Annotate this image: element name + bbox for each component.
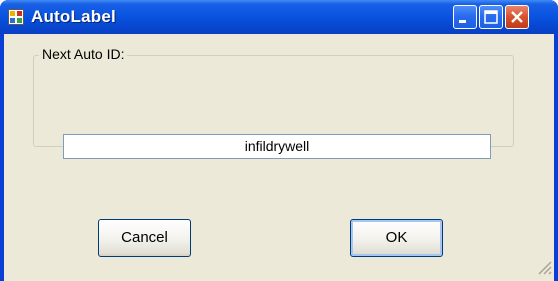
auto-id-input[interactable]: infildrywell [63, 134, 491, 159]
minimize-button[interactable] [453, 5, 477, 29]
title-bar[interactable]: AutoLabel [0, 0, 558, 34]
maximize-button[interactable] [479, 5, 503, 29]
close-button[interactable] [505, 5, 529, 29]
window-app-icon [8, 9, 24, 25]
autolabel-window: AutoLabel Next Auto ID: infildrywell Can… [0, 0, 558, 281]
groupbox-label: Next Auto ID: [39, 46, 128, 62]
ok-button[interactable]: OK [350, 219, 443, 257]
window-title: AutoLabel [31, 7, 116, 26]
cancel-button[interactable]: Cancel [98, 219, 191, 257]
resize-grip-icon[interactable] [536, 259, 552, 275]
window-frame-right [554, 34, 558, 281]
